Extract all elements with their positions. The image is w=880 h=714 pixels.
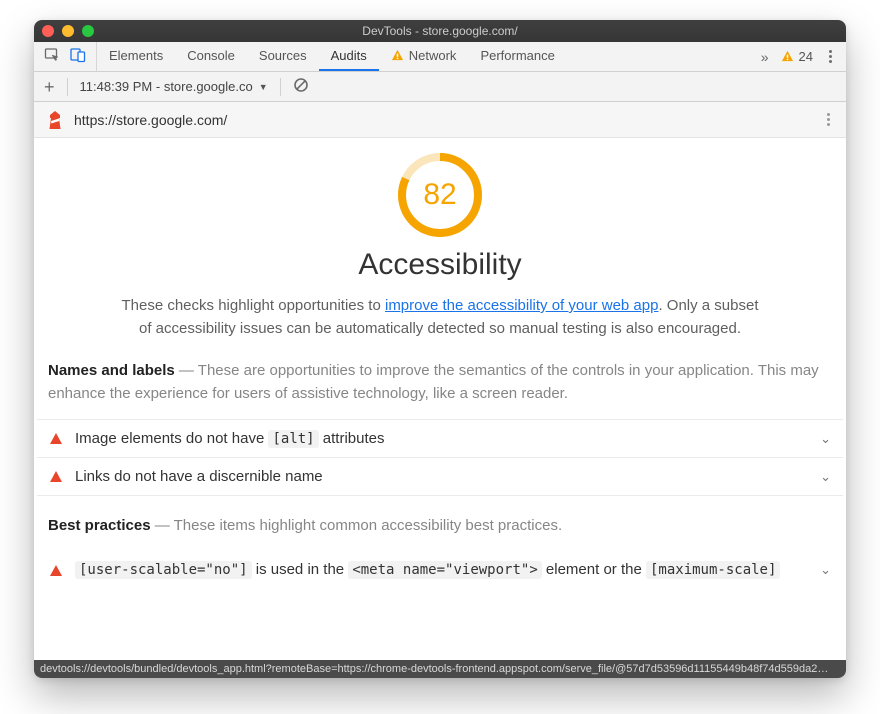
dropdown-icon: ▼ <box>259 82 268 92</box>
score-gauge: 82 <box>397 152 483 238</box>
tab-elements[interactable]: Elements <box>97 42 175 71</box>
report-menu-icon[interactable] <box>823 109 834 130</box>
minimize-window-button[interactable] <box>62 25 74 37</box>
audits-list: Image elements do not have [alt] attribu… <box>37 419 843 496</box>
chevron-down-icon: ⌄ <box>820 562 831 578</box>
audit-row[interactable]: Links do not have a discernible name ⌄ <box>37 458 843 496</box>
status-text: devtools://devtools/bundled/devtools_app… <box>40 663 828 675</box>
inspect-tools <box>34 42 97 71</box>
score-value: 82 <box>397 152 483 238</box>
devtools-window: DevTools - store.google.com/ Elements Co… <box>34 20 846 678</box>
score-section: 82 Accessibility These checks highlight … <box>34 138 846 341</box>
window-title: DevTools - store.google.com/ <box>34 24 846 38</box>
lighthouse-icon <box>46 110 64 130</box>
device-toolbar-icon[interactable] <box>70 47 86 66</box>
accessibility-docs-link[interactable]: improve the accessibility of your web ap… <box>385 297 658 314</box>
report-content: 82 Accessibility These checks highlight … <box>34 138 846 660</box>
tab-network[interactable]: Network <box>379 42 469 71</box>
status-bar: devtools://devtools/bundled/devtools_app… <box>34 660 846 678</box>
section-best-practices: Best practices — These items highlight c… <box>34 496 846 543</box>
audit-row[interactable]: Image elements do not have [alt] attribu… <box>37 420 843 458</box>
titlebar: DevTools - store.google.com/ <box>34 20 846 42</box>
category-description: These checks highlight opportunities to … <box>120 294 760 341</box>
category-title: Accessibility <box>34 248 846 282</box>
warnings-count[interactable]: 24 <box>781 49 813 64</box>
audits-toolbar: + 11:48:39 PM - store.google.co ▼ <box>34 72 846 102</box>
new-audit-button[interactable]: + <box>44 78 55 96</box>
tab-audits[interactable]: Audits <box>319 42 379 71</box>
audit-label: [user-scalable="no"] is used in the <met… <box>75 561 808 578</box>
tab-sources[interactable]: Sources <box>247 42 319 71</box>
main-tabs: Elements Console Sources Audits Network … <box>34 42 846 72</box>
report-selector[interactable]: 11:48:39 PM - store.google.co ▼ <box>80 79 268 94</box>
zoom-window-button[interactable] <box>82 25 94 37</box>
inspect-element-icon[interactable] <box>44 47 60 66</box>
warning-icon <box>391 49 404 62</box>
close-window-button[interactable] <box>42 25 54 37</box>
warning-icon <box>781 50 794 63</box>
devtools-menu-icon[interactable] <box>825 46 836 67</box>
chevron-down-icon: ⌄ <box>820 469 831 485</box>
divider <box>67 78 68 96</box>
section-names-and-labels: Names and labels — These are opportuniti… <box>34 341 846 412</box>
tab-console[interactable]: Console <box>175 42 247 71</box>
more-tabs-icon[interactable]: » <box>761 49 769 65</box>
audit-label: Links do not have a discernible name <box>75 468 808 485</box>
audit-row[interactable]: [user-scalable="no"] is used in the <met… <box>37 551 843 578</box>
fail-icon <box>49 470 63 484</box>
chevron-down-icon: ⌄ <box>820 431 831 447</box>
clear-icon[interactable] <box>293 77 309 96</box>
best-practices-list: [user-scalable="no"] is used in the <met… <box>37 551 843 578</box>
tab-performance[interactable]: Performance <box>468 42 566 71</box>
report-url-bar: https://store.google.com/ <box>34 102 846 138</box>
divider <box>280 78 281 96</box>
tabs-right-controls: » 24 <box>751 42 846 71</box>
report-url: https://store.google.com/ <box>74 112 813 128</box>
audit-label: Image elements do not have [alt] attribu… <box>75 430 808 447</box>
traffic-lights <box>42 25 94 37</box>
fail-icon <box>49 564 63 578</box>
fail-icon <box>49 432 63 446</box>
report-selector-label: 11:48:39 PM - store.google.co <box>80 79 253 94</box>
